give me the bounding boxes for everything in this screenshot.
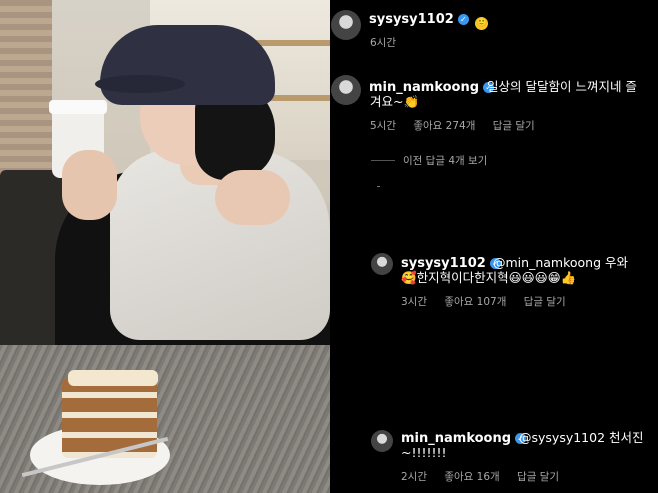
reply-meta: 2시간 좋아요 16개 답글 달기 xyxy=(401,469,573,484)
post-photo[interactable] xyxy=(0,0,330,493)
reply-author[interactable]: sysysy1102 ✓ xyxy=(401,256,501,271)
reply-likes[interactable]: 좋아요 107개 xyxy=(444,296,506,308)
reply-text-line: ~!!!!!!! xyxy=(401,445,447,460)
avatar[interactable] xyxy=(331,10,361,40)
comments-panel[interactable]: sysysy1102 ✓ 🙂 6시간 min_namkoong ✓ 일상의 달달함이… xyxy=(330,0,658,493)
photo-cup-lid xyxy=(49,100,107,114)
reply-time: 3시간 xyxy=(401,296,428,308)
reply-time: 2시간 xyxy=(401,471,428,483)
reply-author[interactable]: min_namkoong ✓ xyxy=(401,431,527,446)
comment-text-line: 겨요~👏 xyxy=(370,94,420,109)
avatar[interactable] xyxy=(331,75,361,105)
reply-text-line: @sysysy1102 천서진 xyxy=(519,430,644,445)
comment-time: 5시간 xyxy=(370,120,397,132)
avatar[interactable] xyxy=(371,430,393,452)
reply-meta: 3시간 좋아요 107개 답글 달기 xyxy=(401,294,580,309)
verified-badge-icon: ✓ xyxy=(457,14,469,25)
reply-author-username[interactable]: sysysy1102 xyxy=(401,256,486,271)
reply-text-line: 🥰한지혁이다한지혁😃😃😃😁👍 xyxy=(401,270,577,285)
divider xyxy=(377,186,380,187)
post-author-username[interactable]: sysysy1102 xyxy=(369,12,454,27)
view-previous-replies[interactable]: 이전 답글 4개 보기 xyxy=(371,153,487,168)
reply-button[interactable]: 답글 달기 xyxy=(517,471,559,483)
photo-cap xyxy=(100,25,275,105)
reply-author-username[interactable]: min_namkoong xyxy=(401,431,511,446)
post-author[interactable]: sysysy1102 ✓ 🙂 xyxy=(369,12,489,30)
comment-author[interactable]: min_namkoong ✓ xyxy=(369,80,495,95)
comment-text-line: 일상의 달달함이 느껴지네 즐 xyxy=(487,79,637,94)
reply-button[interactable]: 답글 달기 xyxy=(524,296,566,308)
post-time: 6시간 xyxy=(370,37,397,49)
photo-hand xyxy=(62,150,117,220)
reply-text-line: @min_namkoong 우와 xyxy=(493,255,628,270)
avatar[interactable] xyxy=(371,253,393,275)
comment-likes[interactable]: 좋아요 274개 xyxy=(413,120,475,132)
reply-likes[interactable]: 좋아요 16개 xyxy=(444,471,499,483)
comment-reply-button[interactable]: 답글 달기 xyxy=(493,120,535,132)
photo-cap-brim xyxy=(95,75,185,93)
comment-meta: 5시간 좋아요 274개 답글 달기 xyxy=(370,118,549,133)
photo-hand xyxy=(215,170,290,225)
comment-author-username[interactable]: min_namkoong xyxy=(369,80,479,95)
photo-cake-top xyxy=(68,370,158,386)
post-emoji: 🙂 xyxy=(475,17,489,30)
view-replies-label[interactable]: 이전 답글 4개 보기 xyxy=(403,155,487,167)
divider xyxy=(371,160,395,161)
